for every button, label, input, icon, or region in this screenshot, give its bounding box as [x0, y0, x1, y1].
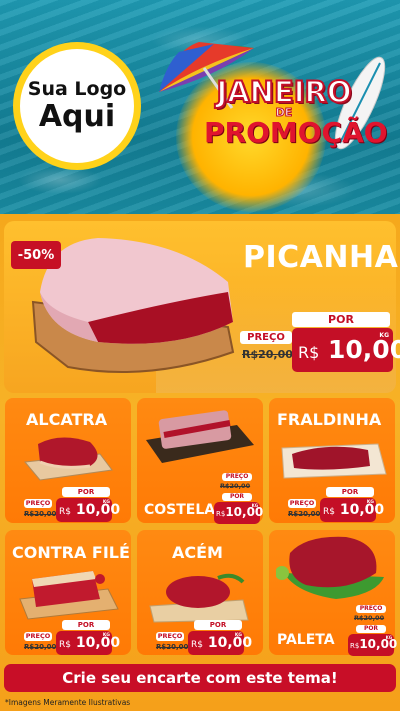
product-price: R$ 10,00 KG [320, 498, 384, 522]
alcatra-image [24, 437, 113, 481]
disclaimer-text: *Imagens Meramente Ilustrativas [5, 698, 131, 707]
banner-line1: JANEIRO [215, 75, 352, 109]
product-name: ALCATRA [26, 410, 108, 429]
costela-image [146, 410, 254, 463]
product-name: ACÉM [172, 543, 223, 562]
price-tag: POR PREÇO R$20,00 R$ 10,00 KG [24, 487, 120, 523]
discount-badge: -50% [11, 241, 61, 269]
promo-banner: JANEIRO DE PROMOÇÃO [204, 75, 388, 150]
old-price: R$20,00 [242, 348, 293, 361]
por-label: POR [326, 487, 374, 497]
featured-price-tag: POR PREÇO R$20,00 R$ 10,00 KG [240, 312, 400, 372]
logo-text-line2: Aqui [38, 98, 116, 134]
por-label: POR [62, 487, 110, 497]
product-name: CONTRA FILÉ [12, 543, 130, 562]
preco-label: PREÇO [356, 605, 386, 613]
logo-text-line1: Sua Logo [27, 78, 127, 101]
old-price: R$20,00 [156, 643, 189, 651]
preco-label: PREÇO [24, 632, 52, 641]
acem-image [149, 573, 249, 623]
product-price: R$10,00 KG [214, 502, 263, 524]
price-tag: PREÇO R$20,00 POR R$10,00 KG [214, 473, 263, 525]
paleta-image [276, 536, 384, 599]
old-price: R$20,00 [24, 510, 57, 518]
por-label: POR [356, 625, 386, 633]
por-label: POR [222, 493, 252, 501]
old-price: R$20,00 [354, 614, 385, 622]
contra-file-image [19, 571, 119, 620]
logo-placeholder[interactable]: Sua Logo Aqui [13, 42, 141, 170]
old-price: R$20,00 [288, 510, 321, 518]
product-name: COSTELA [144, 502, 216, 518]
product-name: FRALDINHA [277, 410, 382, 429]
preco-label: PREÇO [288, 499, 316, 508]
price-tag: POR PREÇO R$20,00 R$ 10,00 KG [156, 620, 252, 656]
preco-label: PREÇO [24, 499, 52, 508]
product-price: R$10,00 KG [348, 634, 397, 656]
cta-button[interactable]: Crie seu encarte com este tema! [4, 664, 396, 692]
featured-price: R$ 10,00 KG [292, 328, 400, 372]
old-price: R$20,00 [24, 643, 57, 651]
old-price: R$20,00 [220, 482, 251, 490]
price-tag: POR PREÇO R$20,00 R$ 10,00 KG [288, 487, 384, 523]
fraldinha-image [281, 443, 387, 479]
preco-label: PREÇO [156, 632, 184, 641]
product-price: R$ 10,00 KG [56, 631, 120, 655]
featured-product-name: PICANHA [243, 240, 399, 275]
price-tag: PREÇO R$20,00 POR R$10,00 KG [348, 605, 397, 657]
preco-label: PREÇO [222, 473, 252, 481]
flyer: Sua Logo Aqui JANEIRO DE PROMOÇÃO -50% P… [0, 0, 400, 711]
product-name: PALETA [277, 632, 335, 648]
banner-line3: PROMOÇÃO [204, 116, 388, 150]
product-price: R$ 10,00 KG [56, 498, 120, 522]
por-label: POR [292, 312, 390, 327]
por-label: POR [194, 620, 242, 630]
product-price: R$ 10,00 KG [188, 631, 252, 655]
por-label: POR [62, 620, 110, 630]
price-tag: POR PREÇO R$20,00 R$ 10,00 KG [24, 620, 120, 656]
preco-label: PREÇO [240, 331, 292, 344]
